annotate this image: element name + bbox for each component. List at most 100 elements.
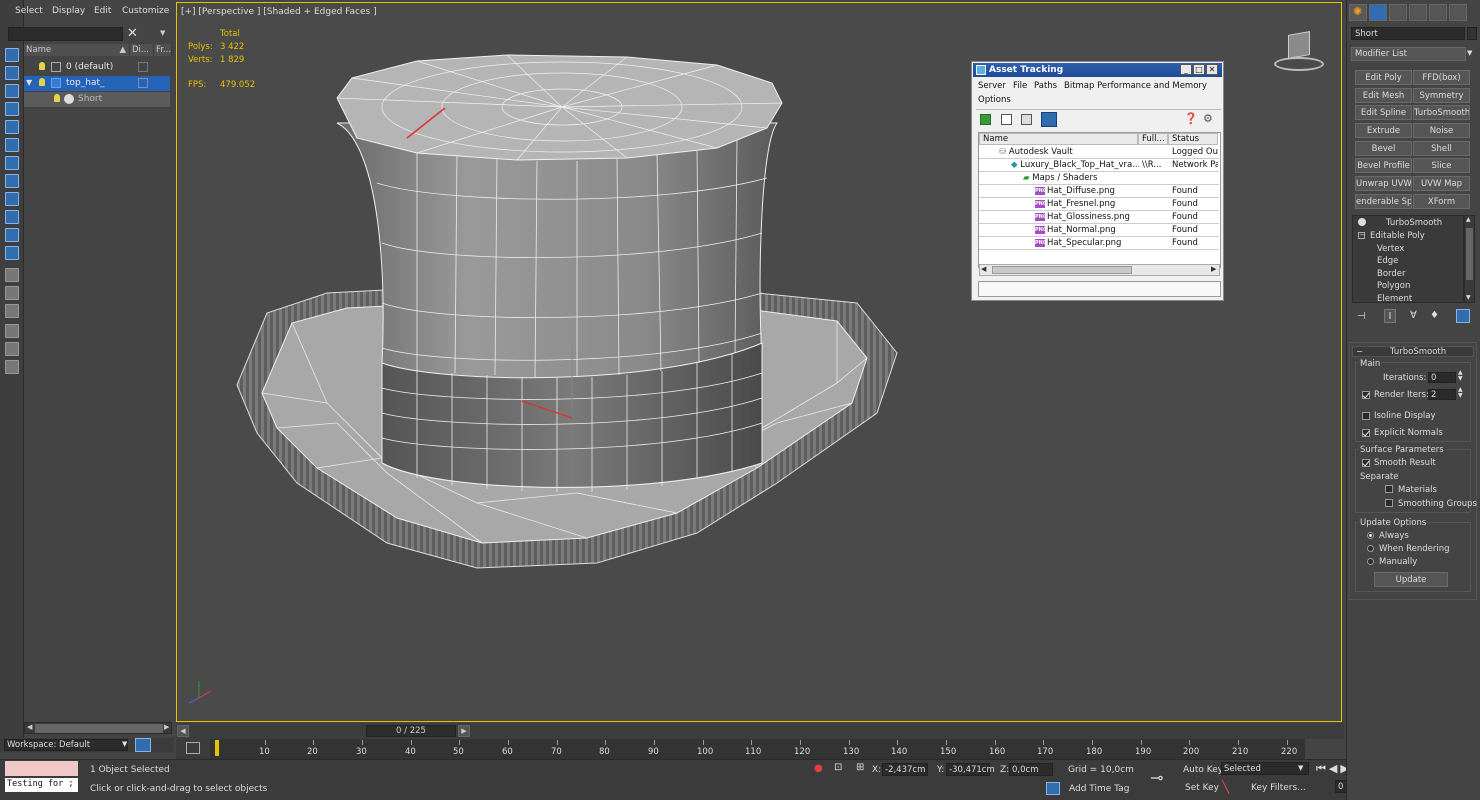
workspace-dropdown[interactable]: Workspace: Default bbox=[4, 739, 128, 751]
scroll-down-icon[interactable]: ▼ bbox=[1466, 294, 1471, 301]
xref-tool-icon[interactable] bbox=[5, 228, 19, 242]
modifier-enabled-icon[interactable] bbox=[1358, 218, 1366, 226]
asset-column-full-path[interactable]: Full... bbox=[1138, 133, 1168, 145]
help-context-icon[interactable]: ⚙ bbox=[1203, 112, 1213, 125]
maxscript-listener-top[interactable] bbox=[5, 761, 78, 776]
scroll-thumb[interactable] bbox=[1466, 228, 1473, 280]
funnel-icon[interactable] bbox=[5, 324, 19, 338]
clear-search-icon[interactable]: ✕ bbox=[127, 26, 138, 41]
stack-item-element[interactable]: Element bbox=[1377, 294, 1412, 304]
stack-scrollbar[interactable]: ▲ ▼ bbox=[1464, 215, 1475, 303]
scene-horizontal-scrollbar[interactable]: ◀ ▶ bbox=[24, 722, 172, 734]
modifier-button[interactable]: Extrude bbox=[1355, 123, 1412, 138]
current-frame-marker[interactable] bbox=[215, 740, 219, 756]
camera-tool-icon[interactable] bbox=[5, 120, 19, 134]
asset-column-name[interactable]: Name bbox=[979, 133, 1138, 145]
display-tool-icon[interactable] bbox=[5, 66, 19, 80]
utilities-tab-icon[interactable] bbox=[1449, 4, 1467, 21]
scene-search-input[interactable] bbox=[8, 27, 123, 41]
layer-explorer-icon[interactable] bbox=[135, 738, 151, 752]
configure-sets-icon[interactable] bbox=[1456, 309, 1470, 323]
helper-tool-icon[interactable] bbox=[5, 174, 19, 188]
tree-row-top-hat[interactable]: ▼ top_hat_ bbox=[24, 76, 170, 91]
scroll-right-icon[interactable]: ▶ bbox=[164, 723, 169, 731]
stack-item-vertex[interactable]: Vertex bbox=[1377, 244, 1404, 254]
slider-right-icon[interactable]: ▶ bbox=[458, 725, 470, 737]
manually-radio[interactable] bbox=[1367, 558, 1374, 565]
modifier-button[interactable]: Edit Poly bbox=[1355, 70, 1412, 85]
modifier-button[interactable]: Symmetry bbox=[1413, 88, 1470, 103]
column-header-display[interactable]: Di... bbox=[130, 44, 154, 56]
set-key-button[interactable]: Set Key bbox=[1185, 783, 1219, 793]
trackbar[interactable]: 10 20 30 40 50 60 70 80 90 100 110 120 130 140 150 160 1… bbox=[210, 739, 1305, 759]
light-bulb-icon[interactable] bbox=[54, 94, 60, 102]
asset-row-diffuse[interactable]: PNGHat_Diffuse.png Found bbox=[979, 185, 1219, 198]
remove-modifier-icon[interactable]: ♦ bbox=[1430, 310, 1439, 321]
asset-menu-file[interactable]: File bbox=[1013, 81, 1027, 91]
menu-customize[interactable]: Customize bbox=[122, 6, 169, 16]
modifier-button[interactable]: Bevel bbox=[1355, 141, 1412, 156]
object-color-swatch[interactable] bbox=[1467, 27, 1477, 40]
viewcube-icon[interactable] bbox=[1274, 31, 1324, 73]
asset-row-glossiness[interactable]: PNGHat_Glossiness.png Found bbox=[979, 211, 1219, 224]
menu-display[interactable]: Display bbox=[52, 6, 85, 16]
help-icon[interactable]: ❓ bbox=[1184, 112, 1198, 125]
list-view-icon[interactable] bbox=[1001, 114, 1012, 125]
close-icon[interactable]: ✕ bbox=[1206, 64, 1218, 75]
modifier-button[interactable]: enderable Splin bbox=[1355, 194, 1412, 209]
create-tab-icon[interactable]: ✺ bbox=[1349, 4, 1367, 21]
object-name-field[interactable]: Short bbox=[1351, 27, 1465, 40]
scroll-up-icon[interactable]: ▲ bbox=[1466, 216, 1471, 223]
layer-tool-icon[interactable] bbox=[5, 342, 19, 356]
show-end-result-icon[interactable]: I bbox=[1384, 309, 1396, 323]
collapse-box-icon[interactable]: − bbox=[1358, 232, 1365, 239]
iterations-spinner[interactable]: 0 bbox=[1428, 372, 1456, 383]
smoothing-groups-checkbox[interactable] bbox=[1385, 499, 1393, 507]
isoline-display-checkbox[interactable] bbox=[1362, 412, 1370, 420]
time-tag-icon[interactable] bbox=[1046, 782, 1060, 795]
asset-row-vault[interactable]: ⛁ Autodesk Vault Logged Out bbox=[979, 146, 1219, 159]
maximize-icon[interactable]: □ bbox=[1193, 64, 1205, 75]
modifier-button[interactable]: Edit Mesh bbox=[1355, 88, 1412, 103]
list-tool-icon[interactable] bbox=[5, 268, 19, 282]
asset-horizontal-scrollbar[interactable]: ◀ ▶ bbox=[979, 264, 1220, 276]
space-warp-tool-icon[interactable] bbox=[5, 192, 19, 206]
pin-stack-icon[interactable]: ⊣ bbox=[1357, 311, 1366, 322]
set-key-icon[interactable]: ╲ bbox=[1222, 780, 1229, 794]
smooth-result-checkbox[interactable] bbox=[1362, 459, 1370, 467]
y-coord-field[interactable]: -30,471cm bbox=[946, 763, 995, 776]
materials-checkbox[interactable] bbox=[1385, 485, 1393, 493]
chevron-down-icon[interactable]: ▼ bbox=[122, 740, 127, 748]
modifier-button[interactable]: UVW Map bbox=[1413, 176, 1470, 191]
explicit-normals-checkbox[interactable] bbox=[1362, 429, 1370, 437]
box-tool-icon[interactable] bbox=[5, 286, 19, 300]
render-iters-spinner[interactable]: 2 bbox=[1428, 389, 1456, 400]
asset-row-max-file[interactable]: ◆ Luxury_Black_Top_Hat_vra... \\R... Net… bbox=[979, 159, 1219, 172]
maxscript-input[interactable]: Testing for ; bbox=[5, 778, 78, 792]
modifier-button[interactable]: Shell bbox=[1413, 141, 1470, 156]
spinner-arrows-icon[interactable]: ▲ ▼ bbox=[1458, 370, 1463, 382]
select-tool-icon[interactable] bbox=[5, 48, 19, 62]
key-filters-button[interactable]: Key Filters... bbox=[1251, 783, 1306, 793]
asset-row-maps[interactable]: ▰ Maps / Shaders bbox=[979, 172, 1219, 185]
hierarchy-tab-icon[interactable] bbox=[1389, 4, 1407, 21]
asset-menu-options[interactable]: Options bbox=[978, 95, 1011, 105]
column-header-name[interactable]: Name ▲ bbox=[24, 44, 130, 56]
motion-tab-icon[interactable] bbox=[1409, 4, 1427, 21]
asset-path-field[interactable] bbox=[978, 281, 1221, 297]
curve-editor-icon[interactable] bbox=[186, 742, 200, 754]
tree-row-default-layer[interactable]: 0 (default) bbox=[24, 60, 170, 75]
scroll-thumb[interactable] bbox=[35, 724, 163, 733]
scroll-thumb[interactable] bbox=[992, 266, 1132, 274]
z-coord-field[interactable]: 0,0cm bbox=[1009, 763, 1053, 776]
stack-item-edge[interactable]: Edge bbox=[1377, 256, 1398, 266]
scroll-left-icon[interactable]: ◀ bbox=[27, 723, 32, 731]
modifier-button[interactable]: Noise bbox=[1413, 123, 1470, 138]
light-tool-icon[interactable] bbox=[5, 138, 19, 152]
spinner-arrows-icon[interactable]: ▲ ▼ bbox=[1458, 387, 1463, 399]
asset-column-status[interactable]: Status bbox=[1168, 133, 1218, 145]
lock-icon[interactable]: ⊡ bbox=[834, 762, 842, 773]
key-icon[interactable]: ⊸ bbox=[1150, 768, 1163, 787]
minimize-icon[interactable]: _ bbox=[1180, 64, 1192, 75]
add-time-tag[interactable]: Add Time Tag bbox=[1069, 784, 1129, 794]
